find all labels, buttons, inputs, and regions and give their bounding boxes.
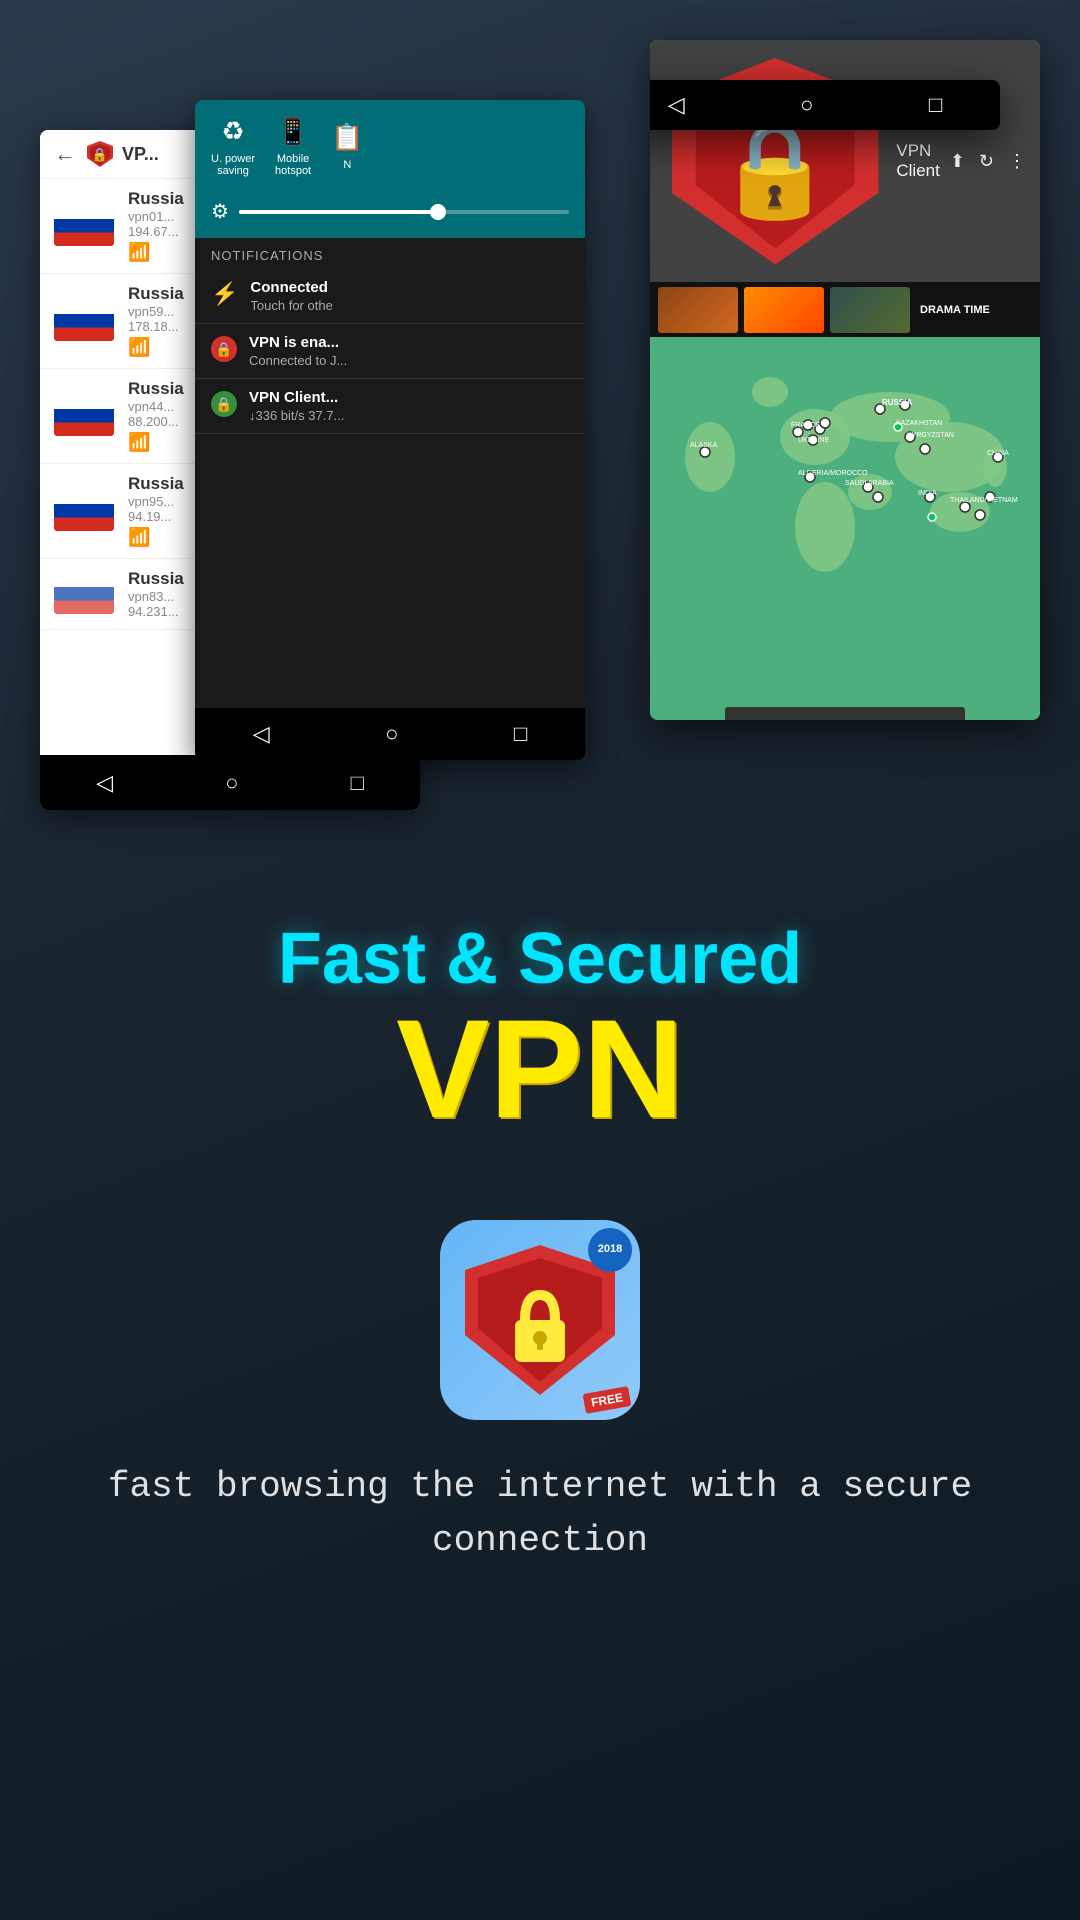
flag-russia-5 xyxy=(54,574,114,614)
svg-text:SAUDI ARABIA: SAUDI ARABIA xyxy=(845,480,894,487)
nav-recent-icon-f[interactable]: □ xyxy=(929,92,942,118)
svg-text:UKRAINE: UKRAINE xyxy=(798,437,829,444)
vpn-list-title: VP... xyxy=(122,144,159,165)
nav-home-icon[interactable]: ○ xyxy=(225,770,238,796)
svg-text:FRANCE: FRANCE xyxy=(791,422,820,429)
flag-russia-1 xyxy=(54,206,114,246)
qs-power-saving[interactable]: ♻ U. power saving xyxy=(211,116,255,177)
app-icon-container: 2018 FREE xyxy=(440,1220,640,1420)
brightness-handle xyxy=(430,204,446,220)
notif-title-2: VPN is ena... xyxy=(249,334,347,351)
map-button-area: QUICK CONNECTION CHOOSE COUNTRY 163 serv… xyxy=(650,697,1040,720)
qs-extra[interactable]: 📋 N xyxy=(331,122,363,171)
share-icon[interactable]: ⬆ xyxy=(950,151,965,172)
back-arrow-icon[interactable]: ← xyxy=(54,141,76,167)
text-section: Fast & Secured VPN xyxy=(0,900,1080,1159)
quick-connection-button[interactable]: QUICK CONNECTION xyxy=(725,707,965,720)
app-icon-background: 2018 FREE xyxy=(440,1220,640,1420)
nav-recent-icon-m[interactable]: □ xyxy=(514,721,527,747)
notif-sub-2: Connected to J... xyxy=(249,353,347,368)
drama-time-label: DRAMA TIME xyxy=(920,304,990,316)
svg-text:ALGERIA/MOROCCO: ALGERIA/MOROCCO xyxy=(798,470,868,477)
nav-home-icon-m[interactable]: ○ xyxy=(385,721,398,747)
topbar-actions: ⬆ ↻ ⋮ xyxy=(950,151,1026,172)
svg-text:KYRGYZSTAN: KYRGYZSTAN xyxy=(907,432,954,439)
map-svg: RUSSIA KAZAKHSTAN KYRGYZSTAN FRANCE UKRA… xyxy=(650,337,1040,697)
notifications-header: NOTIFICATIONS xyxy=(195,238,585,269)
nav-back-icon-m[interactable]: ◁ xyxy=(253,721,270,747)
drama-thumb-2 xyxy=(744,287,824,333)
vpn-client-title: VPN Client xyxy=(896,141,939,181)
app-icon-small: 🔒 xyxy=(86,140,114,168)
world-map: RUSSIA KAZAKHSTAN KYRGYZSTAN FRANCE UKRA… xyxy=(650,337,1040,697)
nav-back-icon[interactable]: ◁ xyxy=(96,770,113,796)
front-screen-nav: ◁ ○ □ xyxy=(650,80,1000,130)
svg-text:KAZAKHSTAN: KAZAKHSTAN xyxy=(896,420,942,427)
qs-label3: N xyxy=(343,159,351,171)
brightness-icon: ⚙ xyxy=(211,199,229,224)
nav-home-icon-f[interactable]: ○ xyxy=(800,92,813,118)
notif-content-2: VPN is ena... Connected to J... xyxy=(249,334,347,368)
brightness-row: ⚙ xyxy=(195,193,585,238)
svg-text:INDIA: INDIA xyxy=(918,490,937,497)
shield-red-icon: 🔒 xyxy=(211,336,237,362)
notif-title-3: VPN Client... xyxy=(249,389,344,406)
headline-line1: Fast & Secured xyxy=(20,920,1060,999)
shield-green-icon: 🔒 xyxy=(211,391,237,417)
brightness-fill xyxy=(239,210,437,214)
svg-text:CHINA: CHINA xyxy=(987,450,1009,457)
svg-text:ALASKA: ALASKA xyxy=(690,442,718,449)
qs-hotspot[interactable]: 📱 Mobile hotspot xyxy=(275,116,311,177)
notification-item-vpn-client[interactable]: 🔒 VPN Client... ↓336 bit/s 37.7... xyxy=(195,379,585,434)
drama-time-bar: DRAMA TIME xyxy=(650,282,1040,337)
middle-screen-nav: ◁ ○ □ xyxy=(195,708,585,760)
back-screen-nav: ◁ ○ □ xyxy=(40,755,420,810)
power-saving-icon: ♻ xyxy=(221,116,244,147)
refresh-icon[interactable]: ↻ xyxy=(979,151,994,172)
notification-item-vpn-enabled[interactable]: 🔒 VPN is ena... Connected to J... xyxy=(195,324,585,379)
notif-sub-3: ↓336 bit/s 37.7... xyxy=(249,408,344,423)
flag-russia-3 xyxy=(54,396,114,436)
bottom-text-section: fast browsing the internet with a secure… xyxy=(0,1460,1080,1568)
usb-icon: ⚡ xyxy=(211,281,238,307)
bottom-description: fast browsing the internet with a secure… xyxy=(60,1460,1020,1568)
svg-text:🔒: 🔒 xyxy=(716,116,835,222)
flag-russia-4 xyxy=(54,491,114,531)
quick-settings-panel: ♻ U. power saving 📱 Mobile hotspot 📋 N xyxy=(195,100,585,193)
screen-front: 🔒 VPN Client ⬆ ↻ ⋮ DRAMA TIME xyxy=(650,40,1040,720)
vpn-map-topbar: 🔒 VPN Client ⬆ ↻ ⋮ xyxy=(650,40,1040,282)
brightness-bar[interactable] xyxy=(239,210,569,214)
qs-label2: Mobile hotspot xyxy=(275,153,311,177)
flag-russia-2 xyxy=(54,301,114,341)
qs-label: U. power saving xyxy=(211,153,255,177)
notif-content-3: VPN Client... ↓336 bit/s 37.7... xyxy=(249,389,344,423)
svg-text:🔒: 🔒 xyxy=(92,147,108,162)
hotspot-icon: 📱 xyxy=(277,116,309,147)
notif-title-1: Connected xyxy=(250,279,332,296)
notif-sub-1: Touch for othe xyxy=(250,298,332,313)
svg-text:THAILAND/VIETNAM: THAILAND/VIETNAM xyxy=(950,497,1018,504)
notification-item-usb[interactable]: ⚡ Connected Touch for othe xyxy=(195,269,585,324)
svg-text:RUSSIA: RUSSIA xyxy=(882,398,912,407)
drama-thumb-1 xyxy=(658,287,738,333)
nav-back-icon-f[interactable]: ◁ xyxy=(668,92,685,118)
more-icon[interactable]: ⋮ xyxy=(1008,151,1026,172)
drama-thumb-3 xyxy=(830,287,910,333)
nav-recent-icon[interactable]: □ xyxy=(351,770,364,796)
headline-line2: VPN xyxy=(20,999,1060,1139)
screen-middle: ♻ U. power saving 📱 Mobile hotspot 📋 N ⚙… xyxy=(195,100,585,760)
extra-icon: 📋 xyxy=(331,122,363,153)
notif-content-1: Connected Touch for othe xyxy=(250,279,332,313)
year-badge: 2018 xyxy=(588,1228,632,1272)
